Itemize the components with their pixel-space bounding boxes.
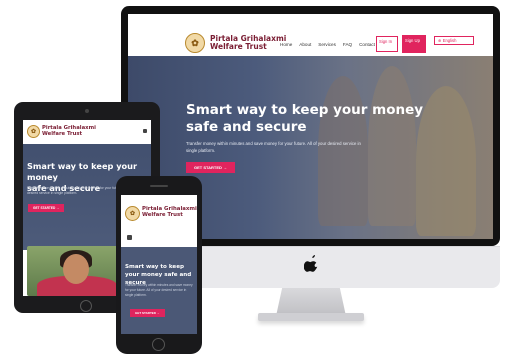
- hero-title-line2: safe and secure: [186, 119, 307, 135]
- apple-logo-icon: [304, 255, 318, 272]
- get-started-button[interactable]: GET STARTED →: [186, 162, 236, 173]
- hero-person-image: [368, 66, 416, 226]
- sign-up-button[interactable]: Sign Up: [402, 35, 426, 53]
- brand-name-line2: Welfare Trust: [142, 211, 183, 218]
- brand-name[interactable]: Pirtala Grihalaxmi Welfare Trust: [210, 34, 286, 52]
- hero-title-line1: Smart way to keep your money: [186, 102, 424, 118]
- speaker-icon: [150, 185, 168, 187]
- language-label: English: [442, 38, 457, 43]
- phone-screen: ✿ Pirtala Grihalaxmi Welfare Trust Smart…: [121, 195, 197, 334]
- nav-about[interactable]: About: [299, 42, 311, 47]
- monitor-stand: [276, 288, 346, 316]
- sign-up-label: Sign Up: [405, 38, 420, 43]
- brand-name[interactable]: Pirtala Grihalaxmi Welfare Trust: [142, 206, 197, 219]
- camera-icon: [85, 109, 89, 113]
- brand-name[interactable]: Pirtala Grihalaxmi Welfare Trust: [42, 125, 96, 138]
- trust-logo-icon[interactable]: ✿: [125, 206, 140, 221]
- monitor-foot: [258, 313, 364, 321]
- sign-in-button[interactable]: Sign In: [376, 36, 398, 52]
- phone-navbar: ✿ Pirtala Grihalaxmi Welfare Trust: [121, 195, 197, 247]
- desktop-menu: Home About Services FAQ Contact: [280, 42, 375, 47]
- home-button-icon: [152, 338, 165, 351]
- hero-subtitle: Transfer money within minutes and save m…: [186, 141, 361, 153]
- language-select[interactable]: ⊕ English: [434, 36, 474, 45]
- brand-name-line2: Welfare Trust: [210, 42, 267, 52]
- globe-icon: ⊕: [438, 38, 442, 43]
- tablet-navbar: ✿ Pirtala Grihalaxmi Welfare Trust: [23, 120, 151, 145]
- nav-contact[interactable]: Contact: [359, 42, 375, 47]
- nav-home[interactable]: Home: [280, 42, 292, 47]
- home-button-icon: [80, 300, 92, 312]
- menu-toggle-icon[interactable]: [143, 129, 147, 133]
- hero-subtitle: Transfer money within minutes and save m…: [125, 283, 193, 297]
- get-started-button[interactable]: GET STARTED →: [28, 204, 65, 212]
- sign-in-label: Sign In: [379, 39, 393, 44]
- phone-device: ✿ Pirtala Grihalaxmi Welfare Trust Smart…: [116, 176, 202, 354]
- hero-title: Smart way to keep your money safe and se…: [186, 102, 423, 136]
- trust-logo-icon[interactable]: ✿: [27, 125, 40, 138]
- nav-faq[interactable]: FAQ: [343, 42, 352, 47]
- desktop-navbar: ✿ Pirtala Grihalaxmi Welfare Trust Home …: [128, 14, 493, 56]
- photo-face: [63, 254, 89, 284]
- get-started-button[interactable]: GET STARTED →: [130, 309, 165, 317]
- phone-hero: Smart way to keep your money safe and se…: [121, 247, 197, 334]
- hero-person-image: [416, 86, 476, 236]
- menu-toggle-icon[interactable]: [127, 235, 132, 240]
- brand-name-line2: Welfare Trust: [42, 130, 83, 137]
- nav-services[interactable]: Services: [318, 42, 336, 47]
- trust-logo-icon[interactable]: ✿: [185, 33, 205, 53]
